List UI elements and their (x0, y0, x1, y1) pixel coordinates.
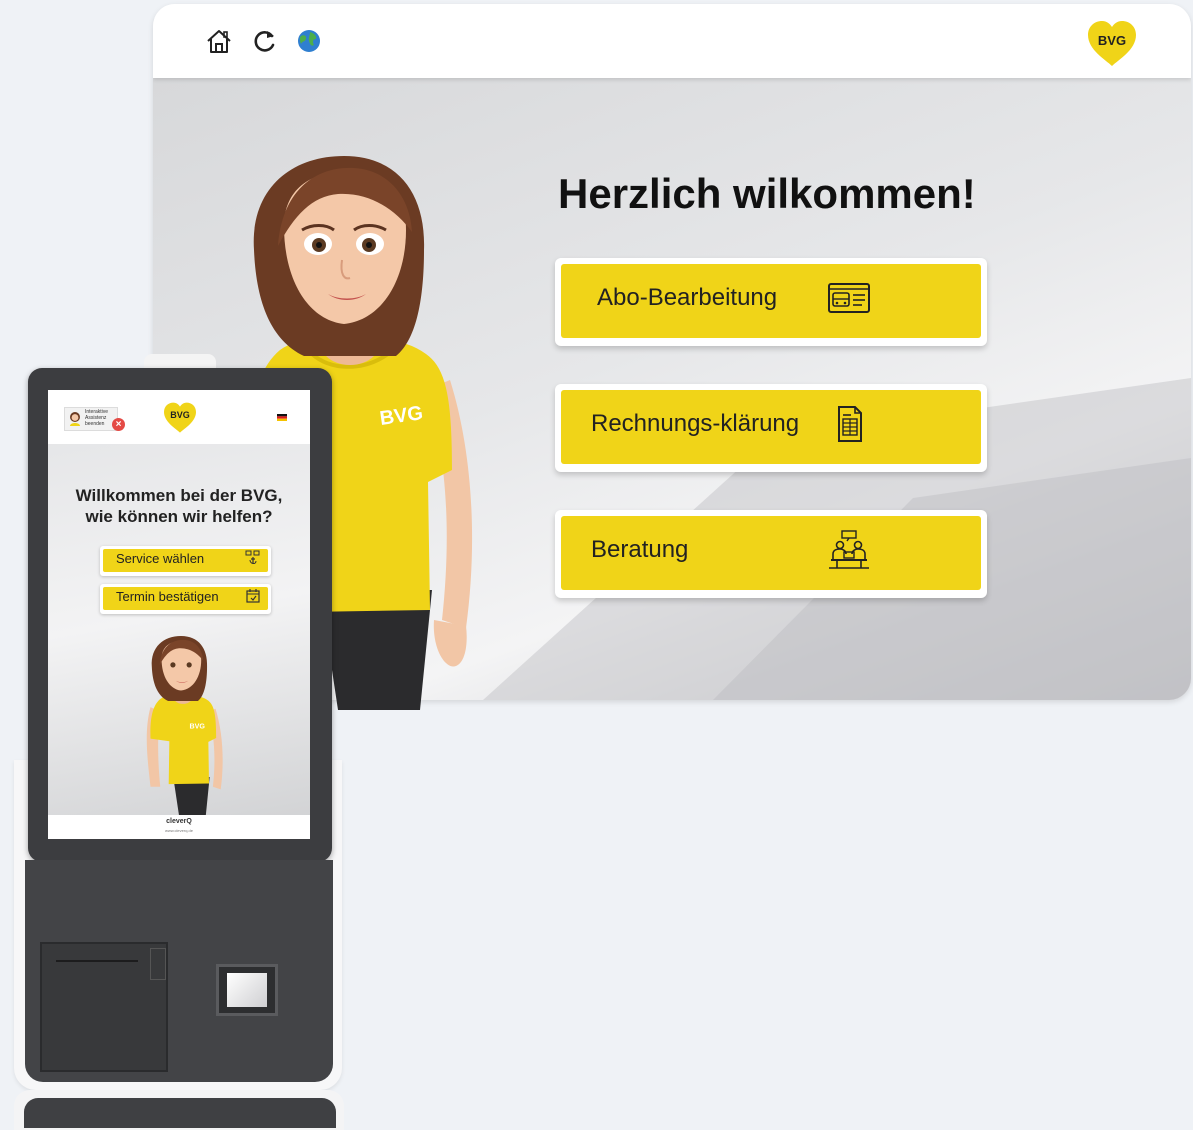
barcode-scanner (216, 964, 278, 1016)
touch-select-icon (245, 550, 260, 564)
avatar-thumbnail-icon (70, 412, 80, 426)
kiosk-avatar: BVG (146, 635, 223, 816)
scanner-glass (227, 973, 267, 1007)
termin-bestaetigen-button[interactable]: Termin bestätigen (100, 584, 271, 614)
kiosk-shirt-logo: BVG (190, 722, 206, 730)
bvg-logo: BVG (1086, 20, 1138, 68)
abo-bearbeitung-button[interactable]: Abo-Bearbeitung (555, 258, 987, 346)
cleverq-url: www.cleverq.de (164, 828, 193, 833)
end-assistance-button[interactable]: Interaktive Assistenz beenden (64, 407, 118, 431)
button-label: Service wählen (116, 551, 205, 566)
receipt-printer (40, 942, 168, 1072)
button-label: Abo-Bearbeitung (597, 284, 778, 311)
kiosk-welcome-title: Willkommen bei der BVG, wie können wir h… (48, 485, 310, 527)
kiosk-base (24, 1098, 336, 1128)
welcome-title: Herzlich wilkommen! (558, 170, 976, 217)
button-label: Rechnungs-klärung (591, 410, 800, 437)
german-flag-icon[interactable] (277, 414, 287, 421)
rechnungs-klaerung-button[interactable]: Rechnungs-klärung (555, 384, 987, 472)
globe-icon[interactable] (295, 27, 323, 55)
reload-icon[interactable] (251, 27, 279, 55)
kiosk-title-line-2: wie können wir helfen? (85, 507, 273, 526)
kiosk-header: Interaktive Assistenz beenden × BVG (48, 390, 310, 444)
close-icon[interactable]: × (112, 418, 125, 431)
service-waehlen-button[interactable]: Service wählen (100, 546, 271, 576)
end-assistance-label: Interaktive Assistenz beenden (85, 409, 109, 427)
cleverq-logo: cleverQ (166, 818, 192, 825)
beratung-button[interactable]: Beratung (555, 510, 987, 598)
calendar-icon (246, 589, 260, 603)
kiosk-bvg-logo: BVG (162, 402, 198, 434)
logo-text: BVG (1097, 33, 1127, 48)
kiosk-title-line-1: Willkommen bei der BVG, (75, 486, 283, 505)
kiosk-screen: Interaktive Assistenz beenden × BVG Will… (48, 390, 310, 839)
printer-latch (150, 948, 166, 980)
toolbar: BVG (153, 4, 1191, 78)
button-label: Beratung (591, 536, 689, 563)
kiosk-logo-text: BVG (170, 410, 190, 420)
button-label: Termin bestätigen (116, 589, 219, 604)
invoice-icon (838, 406, 862, 442)
kiosk-footer: cleverQ www.cleverq.de (48, 815, 310, 839)
bus-ticket-icon (828, 283, 870, 313)
consultation-icon (829, 530, 869, 569)
printer-slot (56, 960, 138, 962)
home-icon[interactable] (205, 27, 233, 55)
